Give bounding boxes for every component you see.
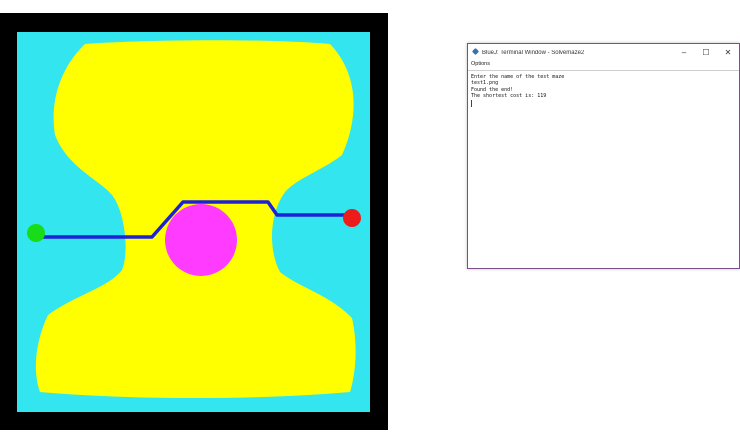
start-marker [27,224,45,242]
terminal-window: BlueJ: Terminal Window - Solvemaze2 – ☐ … [467,43,740,269]
console-line: The shortest cost is: 119 [471,92,547,99]
minimize-button[interactable]: – [673,46,695,60]
obstacle-circle [165,204,237,276]
maximize-button[interactable]: ☐ [695,46,717,60]
bluej-icon [472,49,479,56]
window-controls: – ☐ ✕ [673,46,739,60]
menu-bar: Options [468,61,739,71]
window-title: BlueJ: Terminal Window - Solvemaze2 [482,49,585,56]
menu-options[interactable]: Options [471,61,490,67]
console-output[interactable]: Enter the name of the test maze test1.pn… [468,71,739,110]
text-cursor [471,100,472,108]
close-button[interactable]: ✕ [717,46,739,60]
end-marker [343,209,361,227]
title-bar[interactable]: BlueJ: Terminal Window - Solvemaze2 – ☐ … [468,44,739,61]
